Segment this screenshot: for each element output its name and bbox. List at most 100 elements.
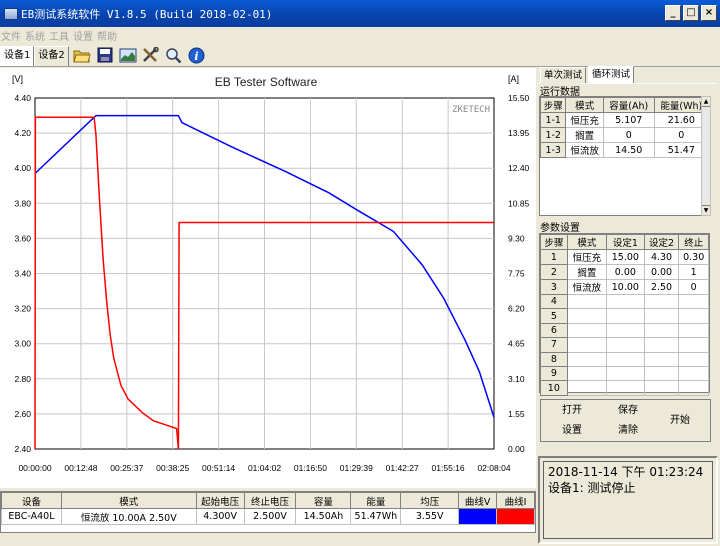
table-row[interactable]: 6: [540, 322, 709, 339]
x-tick-label: 00:38:25: [156, 463, 189, 473]
param-cell: 2.50: [643, 279, 680, 295]
y2-tick-label: 7.75: [508, 269, 525, 279]
side-panel: 单次测试 循环测试 运行数据 步骤 模式 容量(Ah) 能量(Wh) 1-1 恒压…: [537, 66, 720, 454]
summary-mode: 恒流放 10.00A 2.50V: [60, 508, 197, 525]
run-cell: 0: [602, 127, 655, 143]
param-cell: [606, 293, 645, 310]
summary-end-voltage: 2.500V: [243, 508, 297, 525]
summary-col-capacity: 容量: [295, 492, 352, 509]
summary-avg-voltage: 3.55V: [400, 508, 460, 525]
table-row[interactable]: 1-3 恒流放 14.50 51.47: [539, 142, 710, 158]
table-row[interactable]: EBC-A40L 恒流放 10.00A 2.50V 4.300V 2.500V …: [1, 508, 535, 525]
window-title: EB测试系统软件 V1.8.5 (Build 2018-02-01): [21, 7, 273, 21]
watermark: ZKETECH: [452, 105, 490, 115]
save-button[interactable]: 保存: [613, 402, 643, 420]
table-row[interactable]: 1 恒压充 15.00 4.30 0.30: [540, 249, 709, 265]
y2-tick-label: 4.65: [508, 339, 525, 349]
magnifier-icon[interactable]: [164, 46, 184, 64]
table-row[interactable]: 9: [540, 365, 709, 382]
title-bar: EB测试系统软件 V1.8.5 (Build 2018-02-01) _ □ ×: [0, 0, 720, 27]
x-tick-label: 00:25:37: [110, 463, 143, 473]
param-cell: [678, 365, 709, 382]
table-row[interactable]: 5: [540, 308, 709, 324]
y2-tick-label: 0.00: [508, 444, 525, 454]
chart-image-icon[interactable]: [118, 46, 138, 64]
param-cell: [678, 337, 709, 353]
param-settings-grid: 步骤 模式 设定1 设定2 终止 1 恒压充 15.00 4.30 0.30 2 搁置 0.0…: [539, 233, 710, 396]
y2-tick-label: 15.50: [508, 93, 530, 103]
table-row[interactable]: 4: [540, 293, 709, 310]
run-data-grid: 步骤 模式 容量(Ah) 能量(Wh) 1-1 恒压充 5.107 21.60 1-2 搁…: [539, 96, 710, 216]
param-cell: 10: [540, 380, 568, 396]
param-cell: [606, 365, 645, 382]
curve-i-color-swatch[interactable]: [496, 508, 535, 525]
table-row[interactable]: 10: [540, 380, 709, 396]
status-datetime: 2018-11-14 下午 01:23:24: [548, 465, 704, 479]
save-icon[interactable]: [95, 46, 115, 64]
run-cell: 1-1: [539, 112, 567, 128]
menu-help[interactable]: 帮助: [95, 28, 119, 43]
param-cell: [566, 380, 608, 396]
run-data-scrollbar[interactable]: ▲ ▼: [701, 96, 711, 216]
run-cell: 1-3: [539, 142, 567, 158]
curve-v-color-swatch[interactable]: [458, 508, 498, 525]
scroll-up-icon[interactable]: ▲: [702, 97, 710, 107]
maximize-button[interactable]: □: [683, 5, 699, 21]
param-cell: [643, 337, 680, 353]
clear-button[interactable]: 清除: [613, 422, 643, 440]
param-cell: 9: [540, 365, 568, 382]
table-row[interactable]: 8: [540, 351, 709, 367]
menu-system[interactable]: 系统: [23, 28, 47, 43]
table-row[interactable]: 3 恒流放 10.00 2.50 0: [540, 279, 709, 295]
table-row[interactable]: 7: [540, 337, 709, 353]
settings-button[interactable]: 设置: [557, 422, 587, 440]
scroll-down-icon[interactable]: ▼: [702, 205, 710, 215]
open-button[interactable]: 打开: [557, 402, 587, 420]
tools-icon[interactable]: [141, 46, 161, 64]
menu-settings[interactable]: 设置: [71, 28, 95, 43]
param-cell: 0.00: [643, 264, 680, 280]
param-cell: 5: [540, 308, 568, 324]
tab-device-1[interactable]: 设备1: [0, 46, 35, 66]
start-button[interactable]: 开始: [665, 412, 695, 430]
menu-file[interactable]: 文件: [0, 28, 23, 43]
left-unit-label: [V]: [12, 74, 23, 84]
status-panel: 2018-11-14 下午 01:23:24 设备1: 测试停止: [538, 456, 718, 544]
folder-open-icon[interactable]: [72, 46, 92, 64]
tab-cycle-test[interactable]: 循环测试: [588, 66, 635, 83]
y-tick-label: 4.00: [14, 163, 31, 173]
param-cell: [566, 293, 608, 310]
param-cell: [566, 337, 608, 353]
tab-device-2[interactable]: 设备2: [34, 46, 69, 66]
summary-device: EBC-A40L: [1, 508, 62, 525]
param-cell: [566, 322, 608, 339]
info-icon[interactable]: i: [187, 46, 207, 64]
x-tick-label: 00:00:00: [18, 463, 51, 473]
table-row[interactable]: 2 搁置 0.00 0.00 1: [540, 264, 709, 280]
chart: 4.40 15.50 4.20 13.95 4.00 12.40 3.80 10.85 3.60…: [12, 74, 530, 473]
param-cell: 1: [540, 249, 568, 265]
run-cell: 5.107: [602, 112, 655, 128]
param-cell: 恒压充: [566, 249, 608, 265]
minimize-button[interactable]: _: [665, 5, 681, 21]
right-unit-label: [A]: [508, 74, 519, 84]
summary-col-start-voltage: 起始电压: [195, 492, 245, 509]
menu-tools[interactable]: 工具: [47, 28, 71, 43]
y2-tick-label: 3.10: [508, 374, 525, 384]
y2-tick-label: 6.20: [508, 304, 525, 314]
param-cell: [606, 308, 645, 324]
summary-col-avg-voltage: 均压: [400, 492, 460, 509]
summary-table: 设备 模式 起始电压 终止电压 容量 能量 均压 曲线V 曲线I EBC-A40…: [0, 491, 536, 533]
y-tick-label: 3.60: [14, 233, 31, 243]
action-buttons: 打开 保存 设置 清除 开始: [540, 399, 711, 442]
tab-single-test[interactable]: 单次测试: [540, 67, 587, 83]
y-tick-label: 3.20: [14, 304, 31, 314]
close-button[interactable]: ×: [701, 5, 717, 21]
param-cell: [678, 351, 709, 367]
x-tick-label: 01:29:39: [340, 463, 373, 473]
table-row[interactable]: 1-1 恒压充 5.107 21.60: [539, 112, 710, 128]
param-col-step: 步骤: [540, 234, 568, 250]
param-cell: [606, 351, 645, 367]
x-tick-label: 01:55:16: [432, 463, 465, 473]
table-row[interactable]: 1-2 搁置 0 0: [539, 127, 710, 143]
